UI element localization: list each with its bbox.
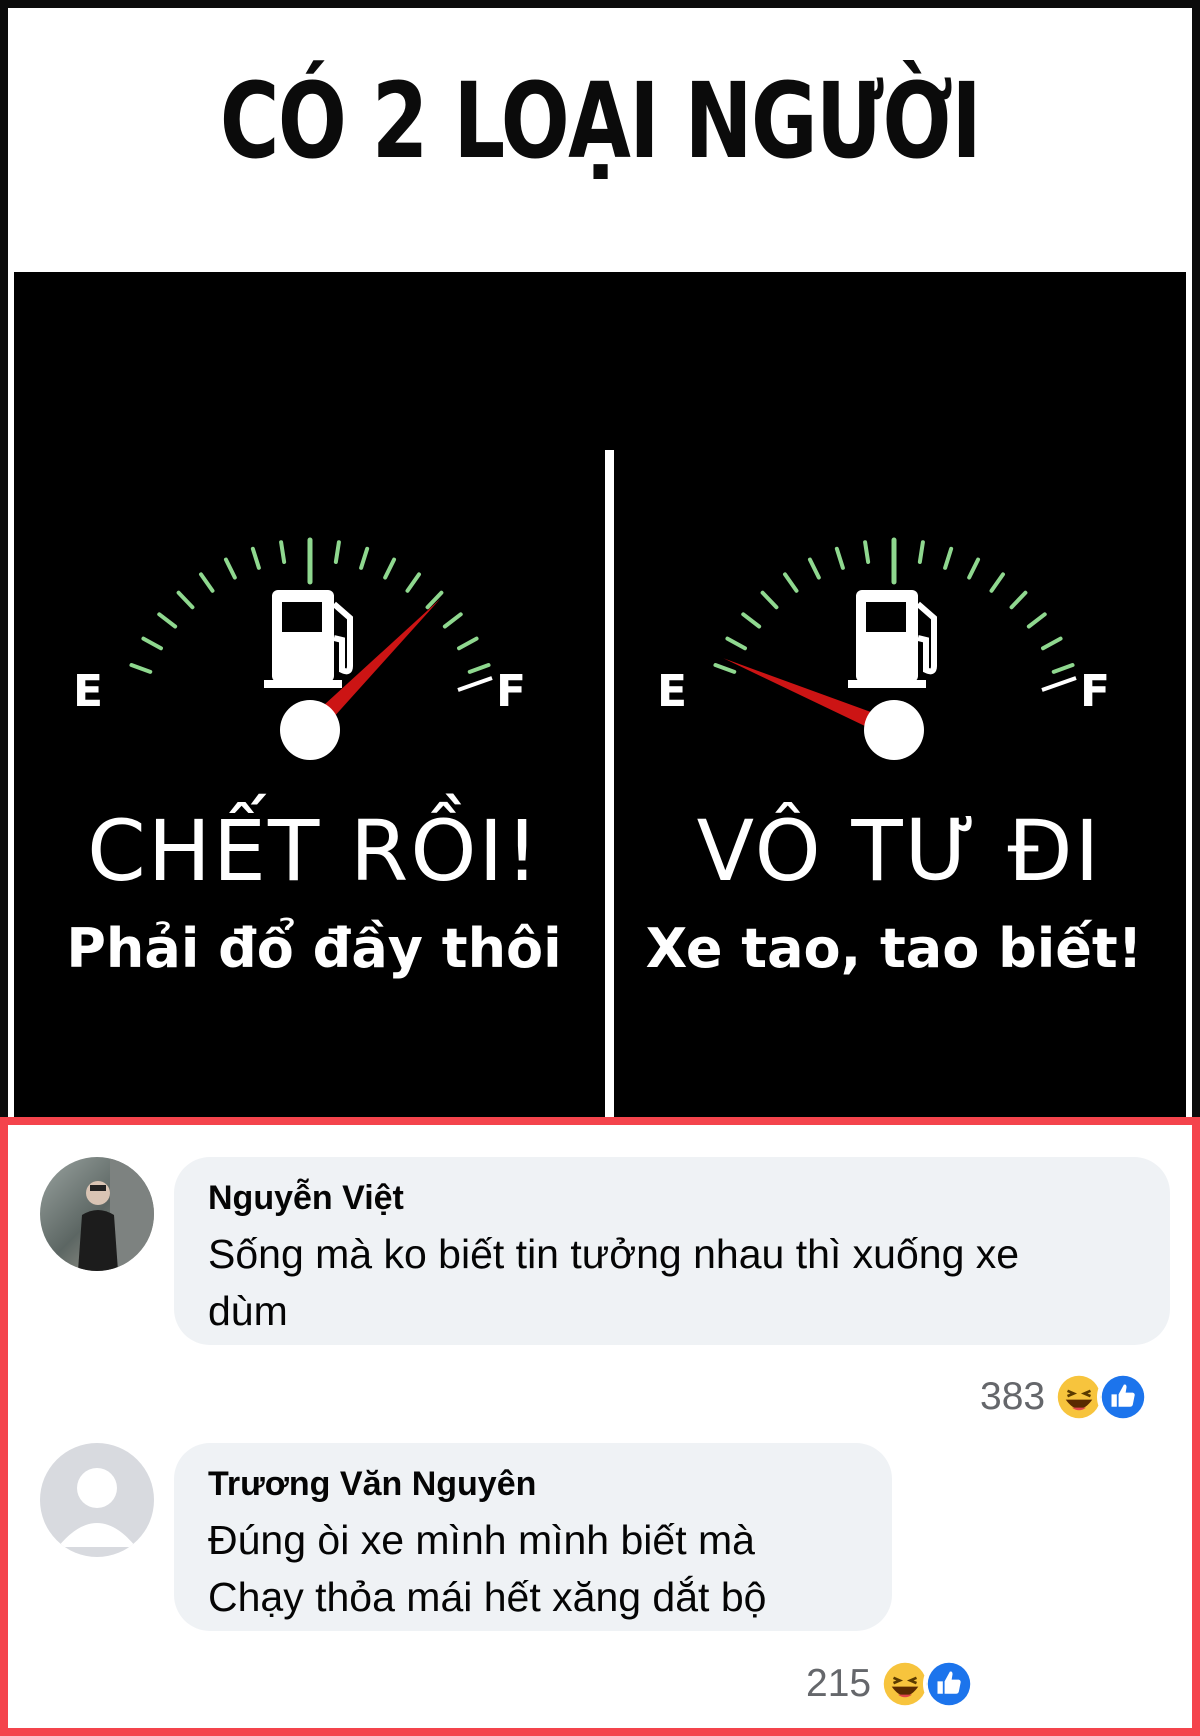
gauge-tick: [467, 663, 491, 674]
gauge-tick: [333, 540, 341, 564]
fuel-pump-icon: [264, 590, 353, 688]
gauge-tick: [834, 546, 845, 570]
gauge-empty-label: E: [657, 666, 687, 717]
reaction-count: 383: [980, 1375, 1046, 1418]
comment-line: Đúng òi xe mình mình biết mà: [208, 1517, 755, 1563]
gauge-tick: [157, 612, 178, 629]
comment-line: Chạy thỏa mái hết xăng dắt bộ: [208, 1574, 767, 1620]
gauge-tick: [1009, 590, 1028, 610]
gauge-tick: [783, 572, 799, 593]
gauge-tick: [943, 546, 954, 570]
avatar-photo-icon: [40, 1157, 154, 1271]
gauge-tick: [405, 572, 421, 593]
gauge-tick: [383, 557, 397, 580]
gauge-tick: [741, 612, 762, 629]
gauge-hub: [864, 700, 924, 760]
gauge-full-mark: [457, 676, 493, 692]
reaction-summary[interactable]: 215: [806, 1657, 976, 1711]
comment-bubble[interactable]: Nguyễn Việt Sống mà ko biết tin tưởng nh…: [174, 1157, 1170, 1345]
gauge-full-label: F: [1080, 666, 1110, 717]
fuel-gauge-right: EF: [657, 537, 1110, 760]
gauge-tick: [141, 636, 163, 651]
meme-panel: EF EF CHẾT RỒI! Phải đổ đầy thôi VÔ TƯ Đ…: [14, 272, 1186, 1117]
comment-text: Sống mà ko biết tin tưởng nhau thì xuống…: [208, 1226, 1136, 1340]
comment-line: dùm: [208, 1288, 288, 1334]
fuel-gauges-graphic: EF EF: [73, 537, 1110, 760]
meme-title: CÓ 2 LOẠI NGƯỜI: [219, 60, 982, 182]
fuel-gauge-left: EF: [73, 537, 526, 760]
gauge-tick: [176, 590, 195, 610]
gauge-tick: [1026, 612, 1047, 629]
gauge-tick: [760, 590, 779, 610]
gauge-tick: [807, 557, 821, 580]
panel-divider: [605, 450, 614, 1117]
left-caption: CHẾT RỒI!: [87, 802, 541, 900]
gauge-tick: [713, 663, 737, 674]
gauge-tick: [359, 546, 370, 570]
comment-text: Đúng òi xe mình mình biết mà Chạy thỏa m…: [208, 1512, 858, 1626]
gauge-tick: [989, 572, 1005, 593]
comment-bubble[interactable]: Trương Văn Nguyên Đúng òi xe mình mình b…: [174, 1443, 892, 1631]
comment-author[interactable]: Nguyễn Việt: [208, 1179, 1136, 1218]
gauge-tick: [250, 546, 261, 570]
default-user-avatar[interactable]: [40, 1443, 154, 1557]
left-subcaption: Phải đổ đầy thôi: [66, 917, 562, 980]
right-caption: VÔ TƯ ĐI: [696, 802, 1102, 900]
gauge-tick: [223, 557, 237, 580]
gauge-full-mark: [1041, 676, 1077, 692]
gauge-tick: [725, 636, 747, 651]
comment-line: Sống mà ko biết tin tưởng nhau thì xuống…: [208, 1231, 1020, 1277]
like-icon: [923, 1658, 976, 1710]
gauge-tick: [1051, 663, 1075, 674]
comment-author[interactable]: Trương Văn Nguyên: [208, 1465, 858, 1504]
gauge-tick: [863, 540, 871, 564]
gauge-tick: [457, 636, 479, 651]
gauge-tick: [1041, 636, 1063, 651]
reaction-count: 215: [806, 1662, 872, 1705]
default-avatar-icon: [40, 1443, 154, 1557]
gauge-tick: [279, 540, 287, 564]
user-photo-avatar[interactable]: [40, 1157, 154, 1271]
fuel-pump-icon: [848, 590, 937, 688]
gauge-empty-label: E: [73, 666, 103, 717]
gauge-tick: [442, 612, 463, 629]
gauge-tick: [199, 572, 215, 593]
gauge-full-label: F: [496, 666, 526, 717]
gauge-tick: [917, 540, 925, 564]
comments-section: Nguyễn Việt Sống mà ko biết tin tưởng nh…: [0, 1117, 1200, 1736]
gauge-tick: [129, 663, 153, 674]
reaction-summary[interactable]: 383: [980, 1370, 1150, 1424]
like-icon: [1097, 1371, 1150, 1423]
right-subcaption: Xe tao, tao biết!: [645, 917, 1143, 980]
gauge-hub: [280, 700, 340, 760]
gauge-tick: [967, 557, 981, 580]
